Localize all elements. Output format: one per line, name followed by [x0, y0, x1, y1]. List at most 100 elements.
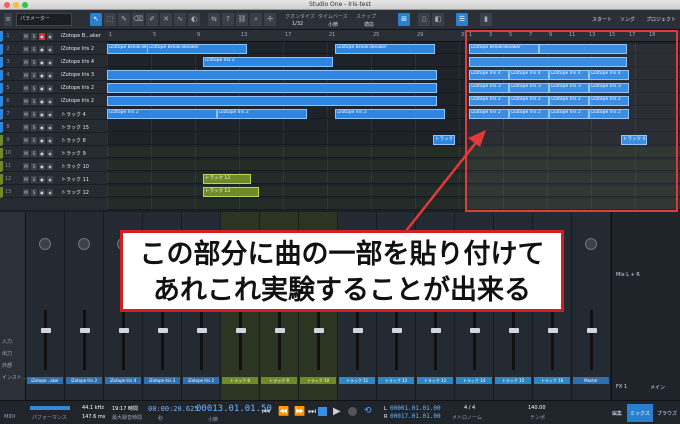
- volume-fader[interactable]: [157, 310, 168, 370]
- track-header[interactable]: 11 M S ● ◉ トラック 10: [0, 161, 107, 172]
- record-icon[interactable]: [348, 407, 357, 416]
- solo-button[interactable]: S: [31, 85, 37, 92]
- listen-tool-icon[interactable]: ◐: [188, 13, 200, 26]
- track-name[interactable]: トラック 12: [61, 189, 89, 196]
- audio-clip[interactable]: [107, 96, 437, 106]
- audio-clip[interactable]: iZotope Iris 2: [107, 109, 217, 119]
- strip-name[interactable]: トラック 8: [222, 377, 258, 384]
- track-header[interactable]: 6 M S ● ◉ iZotope Iris 2: [0, 96, 107, 107]
- solo-button[interactable]: S: [31, 176, 37, 183]
- snap-toggle-icon[interactable]: ⊞: [398, 13, 410, 26]
- mute-button[interactable]: M: [23, 150, 29, 157]
- solo-button[interactable]: S: [31, 137, 37, 144]
- volume-fader[interactable]: [274, 310, 285, 370]
- volume-fader[interactable]: [79, 310, 90, 370]
- mute-button[interactable]: M: [23, 124, 29, 131]
- strip-name[interactable]: iZotope Iris 2: [183, 377, 219, 384]
- bend-tool-icon[interactable]: ∿: [174, 13, 186, 26]
- sidebar-output[interactable]: 出力: [2, 350, 12, 357]
- audio-clip[interactable]: トラック 12: [203, 174, 251, 184]
- strip-name[interactable]: トラック 9: [261, 377, 297, 384]
- monitor-button[interactable]: ◉: [47, 33, 53, 40]
- start-tab[interactable]: スタート: [592, 16, 612, 23]
- mute-button[interactable]: M: [23, 176, 29, 183]
- eyedropper-icon[interactable]: ✢: [264, 13, 276, 26]
- strip-name[interactable]: トラック 10: [300, 377, 336, 384]
- track-name[interactable]: iZotope Iris 2: [61, 85, 94, 91]
- solo-button[interactable]: S: [31, 111, 37, 118]
- record-arm-button[interactable]: ●: [39, 124, 45, 131]
- clip-gain-icon[interactable]: ◧: [432, 13, 444, 26]
- record-arm-button[interactable]: ●: [39, 137, 45, 144]
- volume-fader[interactable]: [469, 310, 480, 370]
- volume-fader[interactable]: [391, 310, 402, 370]
- paint-tool-icon[interactable]: ✐: [146, 13, 158, 26]
- fader-cap[interactable]: [118, 328, 129, 333]
- fader-cap[interactable]: [40, 328, 51, 333]
- track-name[interactable]: トラック 4: [61, 111, 86, 118]
- volume-fader[interactable]: [196, 310, 207, 370]
- mute-button[interactable]: M: [23, 98, 29, 105]
- fader-cap[interactable]: [196, 328, 207, 333]
- metronome-label[interactable]: メトロノーム: [452, 414, 482, 421]
- audio-clip[interactable]: iZotope BreakTweaker: [107, 44, 151, 54]
- main-output-label[interactable]: メイン: [650, 384, 665, 391]
- track-header[interactable]: 7 M S ● ◉ トラック 4: [0, 109, 107, 120]
- track-header[interactable]: 13 M S ● ◉ トラック 12: [0, 187, 107, 198]
- volume-fader[interactable]: [235, 310, 246, 370]
- strip-name[interactable]: トラック 14: [456, 377, 492, 384]
- track-header[interactable]: 10 M S ● ◉ トラック 9: [0, 148, 107, 159]
- monitor-button[interactable]: ◉: [47, 137, 53, 144]
- loop-icon[interactable]: ⟲: [364, 406, 372, 416]
- track-name[interactable]: iZotope B...aker: [61, 33, 101, 39]
- strip-name[interactable]: Master: [573, 377, 609, 384]
- sidebar-input[interactable]: 入力: [2, 338, 12, 345]
- arrow-tool-icon[interactable]: ↖: [90, 13, 102, 26]
- position-bars[interactable]: 00013.01.01.50: [196, 404, 272, 414]
- volume-fader[interactable]: [430, 310, 441, 370]
- split-tool-icon[interactable]: ✎: [118, 13, 130, 26]
- end-icon[interactable]: ⏭: [308, 407, 316, 417]
- pan-knob[interactable]: [585, 238, 597, 250]
- monitor-button[interactable]: ◉: [47, 98, 53, 105]
- strip-name[interactable]: iZotope Iris 4: [105, 377, 141, 384]
- project-tab[interactable]: プロジェクト: [646, 16, 676, 23]
- volume-fader[interactable]: [313, 310, 324, 370]
- solo-button[interactable]: S: [31, 163, 37, 170]
- audio-clip[interactable]: iZotope BreakTweaker: [147, 44, 247, 54]
- mute-button[interactable]: M: [23, 72, 29, 79]
- strip-name[interactable]: トラック 11: [339, 377, 375, 384]
- track-header[interactable]: 8 M S ● ◉ トラック 15: [0, 122, 107, 133]
- loop-end[interactable]: 00017.01.01.00: [390, 413, 441, 420]
- fader-cap[interactable]: [352, 328, 363, 333]
- help-icon[interactable]: ?: [222, 13, 234, 26]
- audio-clip[interactable]: iZotope Iris 2: [335, 109, 445, 119]
- record-arm-button[interactable]: ●: [39, 163, 45, 170]
- parameter-dropdown[interactable]: パラメーター: [16, 13, 72, 26]
- timebase-value[interactable]: 小節: [328, 21, 338, 28]
- track-header[interactable]: 4 M S ● ◉ iZotope Iris 3: [0, 70, 107, 81]
- mute-button[interactable]: M: [23, 137, 29, 144]
- volume-fader[interactable]: [508, 310, 519, 370]
- loop-start[interactable]: 00001.01.01.00: [390, 405, 441, 412]
- mute-button[interactable]: M: [23, 46, 29, 53]
- mute-button[interactable]: M: [23, 111, 29, 118]
- rewind-icon[interactable]: ⏪: [278, 407, 289, 417]
- record-arm-button[interactable]: ●: [39, 189, 45, 196]
- volume-fader[interactable]: [547, 310, 558, 370]
- solo-button[interactable]: S: [31, 33, 37, 40]
- monitor-button[interactable]: ◉: [47, 72, 53, 79]
- strip-name[interactable]: iZotope Iris 2: [66, 377, 102, 384]
- fader-cap[interactable]: [79, 328, 90, 333]
- track-name[interactable]: iZotope Iris 3: [61, 72, 94, 78]
- audio-clip[interactable]: iZotope BreakTweaker: [335, 44, 435, 54]
- time-signature[interactable]: 4 / 4: [464, 405, 475, 411]
- strip-name[interactable]: トラック 12: [378, 377, 414, 384]
- fader-cap[interactable]: [586, 328, 597, 333]
- record-arm-button[interactable]: ●: [39, 150, 45, 157]
- solo-button[interactable]: S: [31, 59, 37, 66]
- volume-fader[interactable]: [118, 310, 129, 370]
- mix-lr-label[interactable]: Mix L + R: [616, 272, 640, 278]
- fx1-label[interactable]: FX 1: [616, 384, 627, 390]
- record-arm-button[interactable]: ●: [39, 98, 45, 105]
